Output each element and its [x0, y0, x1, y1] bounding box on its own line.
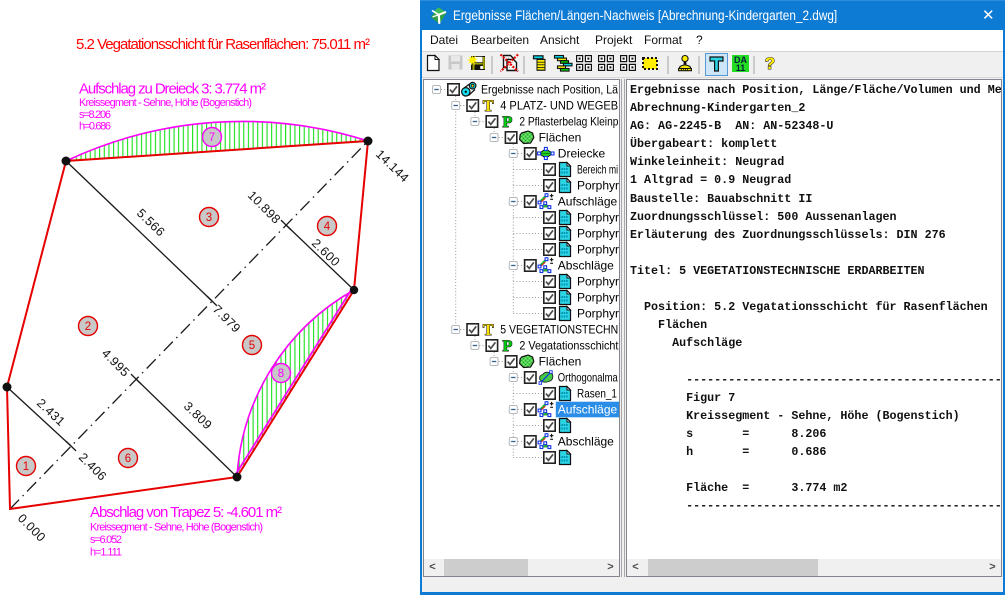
svg-text:s=8.206: s=8.206 [79, 109, 111, 121]
svg-text:Aufschläge: Aufschläge [558, 195, 618, 209]
svg-text:Aufschläge: Aufschläge [558, 403, 618, 417]
svg-text:Abschläge: Abschläge [558, 259, 614, 273]
svg-text:4.995: 4.995 [99, 346, 132, 379]
svg-text:1: 1 [23, 461, 29, 473]
svg-text:5 VEGETATIONSTECHN: 5 VEGETATIONSTECHN [500, 323, 618, 337]
svg-text:Porphyr: Porphyr [577, 211, 619, 225]
svg-text:Aufschlag zu Dreieck 3: 3.774: Aufschlag zu Dreieck 3: 3.774 m² [79, 81, 266, 98]
svg-text:Dreiecke: Dreiecke [558, 147, 606, 161]
svg-text:2 Pflasterbelag Kleinp: 2 Pflasterbelag Kleinp [519, 115, 618, 129]
svg-text:Kreissegment - Sehne, Höhe (Bo: Kreissegment - Sehne, Höhe (Bogenstich) [90, 522, 263, 534]
svg-text:4 PLATZ- UND WEGEB: 4 PLATZ- UND WEGEB [500, 99, 618, 113]
svg-text:Porphyr: Porphyr [577, 275, 619, 289]
svg-text:Orthogonalma: Orthogonalma [558, 371, 618, 385]
svg-text:Porphyr: Porphyr [577, 243, 619, 257]
svg-text:8: 8 [278, 368, 284, 380]
svg-text:7.979: 7.979 [210, 302, 243, 335]
svg-text:2: 2 [85, 321, 91, 333]
svg-text:?: ? [765, 54, 775, 73]
svg-text:14.144: 14.144 [373, 147, 412, 185]
svg-text:Rasen_1: Rasen_1 [577, 387, 617, 401]
svg-text:Porphyr: Porphyr [577, 291, 619, 305]
svg-text:Flächen: Flächen [539, 131, 582, 145]
svg-text:h=0.686: h=0.686 [79, 121, 111, 133]
svg-text:3: 3 [206, 212, 212, 224]
svg-text:Ergebnisse nach Position, Lä: Ergebnisse nach Position, Lä [481, 83, 618, 97]
svg-text:5: 5 [249, 340, 255, 352]
svg-text:Abschläge: Abschläge [558, 435, 614, 449]
svg-text:7: 7 [209, 132, 215, 144]
svg-text:Kreissegment - Sehne, Höhe (Bo: Kreissegment - Sehne, Höhe (Bogenstich) [79, 97, 252, 109]
svg-text:2 Vegatationsschicht: 2 Vegatationsschicht [519, 339, 619, 353]
svg-text:s=6.052: s=6.052 [90, 534, 122, 546]
svg-text:11: 11 [736, 63, 746, 73]
svg-text:Porphyr: Porphyr [577, 227, 619, 241]
svg-text:10.898: 10.898 [245, 188, 283, 226]
svg-text:5.566: 5.566 [134, 206, 167, 239]
svg-text:2.431: 2.431 [34, 396, 68, 429]
svg-text:6: 6 [125, 453, 131, 465]
svg-text:h=1.111: h=1.111 [90, 547, 122, 559]
svg-text:4: 4 [324, 221, 331, 233]
svg-text:Porphyr: Porphyr [577, 307, 619, 321]
svg-text:Flächen: Flächen [539, 355, 582, 369]
svg-text:Porphyr: Porphyr [577, 179, 619, 193]
svg-text:2.406: 2.406 [76, 450, 109, 483]
svg-text:5.2 Vegatationsschicht für Ras: 5.2 Vegatationsschicht für Rasenflächen:… [76, 36, 370, 53]
svg-text:0.000: 0.000 [15, 511, 48, 544]
svg-text:Abschlag von Trapez 5: -4.601: Abschlag von Trapez 5: -4.601 m² [90, 504, 282, 521]
svg-text:Bereich mi: Bereich mi [577, 163, 618, 177]
